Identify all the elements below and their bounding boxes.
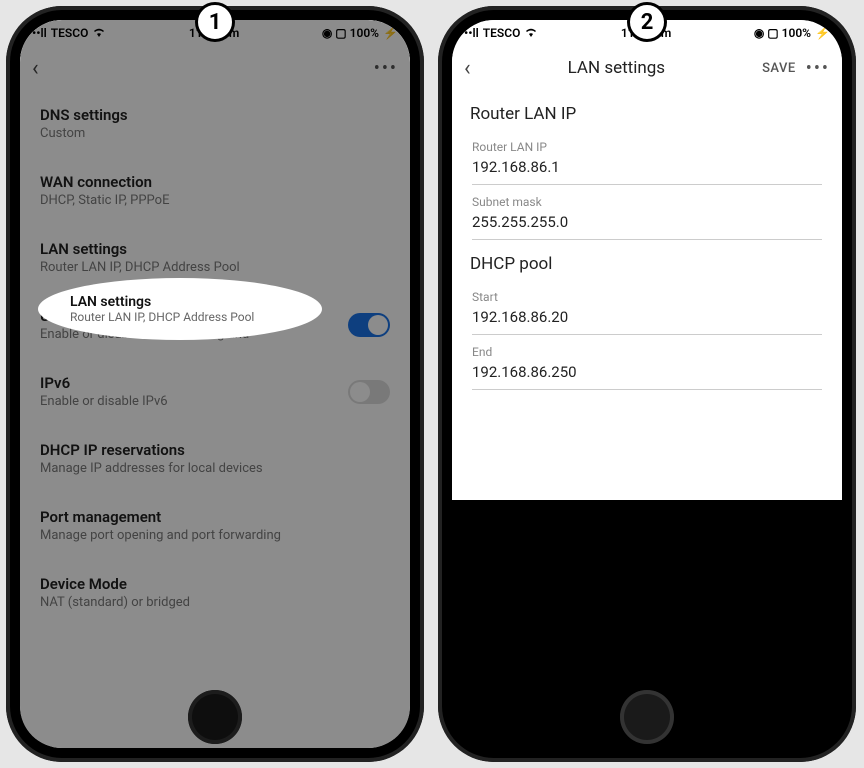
field-label: End <box>472 345 822 359</box>
item-title: DNS settings <box>40 106 390 124</box>
home-button[interactable] <box>620 690 674 744</box>
carrier-label: TESCO <box>483 26 521 40</box>
item-title: WAN connection <box>40 173 390 191</box>
item-title: DHCP IP reservations <box>40 441 390 459</box>
field-value[interactable]: 192.168.86.20 <box>472 304 822 335</box>
field-label: Subnet mask <box>472 195 822 209</box>
more-button[interactable]: ••• <box>806 58 830 79</box>
battery-icon: ⚡ <box>383 26 398 40</box>
item-subtitle: DHCP, Static IP, PPPoE <box>40 193 390 208</box>
upnp-toggle[interactable] <box>348 313 390 337</box>
phone-frame-1: ••ll TESCO 11:42 am ◉ ▢ 100% ⚡ ‹ ••• <box>6 6 424 762</box>
settings-item-device-mode[interactable]: Device Mode NAT (standard) or bridged <box>20 559 410 626</box>
field-label: Router LAN IP <box>472 140 822 154</box>
item-subtitle: Enable or disable IPv6 <box>40 394 348 409</box>
item-title: LAN settings <box>70 294 290 310</box>
settings-item-dhcp-reservations[interactable]: DHCP IP reservations Manage IP addresses… <box>20 425 410 492</box>
item-title: IPv6 <box>40 374 348 392</box>
item-subtitle: Custom <box>40 126 390 141</box>
section-dhcp-pool: DHCP pool <box>452 240 842 280</box>
settings-item-ipv6[interactable]: IPv6 Enable or disable IPv6 <box>20 358 410 425</box>
more-button[interactable]: ••• <box>374 58 398 79</box>
status-icons: ◉ ▢ 100% <box>322 26 379 40</box>
field-value[interactable]: 192.168.86.250 <box>472 359 822 390</box>
settings-list: DNS settings Custom WAN connection DHCP,… <box>20 90 410 626</box>
status-icons: ◉ ▢ 100% <box>754 26 811 40</box>
phone-screen-2: ••ll TESCO 11:42 am ◉ ▢ 100% ⚡ ‹ LAN set… <box>452 20 842 748</box>
item-subtitle: Manage port opening and port forwarding <box>40 528 390 543</box>
save-button[interactable]: SAVE <box>762 61 796 76</box>
field-label: Start <box>472 290 822 304</box>
carrier-label: TESCO <box>51 26 89 40</box>
item-subtitle: Router LAN IP, DHCP Address Pool <box>70 310 290 324</box>
field-router-lan-ip[interactable]: Router LAN IP 192.168.86.1 <box>452 130 842 185</box>
field-subnet-mask[interactable]: Subnet mask 255.255.255.0 <box>452 185 842 240</box>
back-button[interactable]: ‹ <box>32 56 39 81</box>
battery-icon: ⚡ <box>815 26 830 40</box>
settings-item-wan[interactable]: WAN connection DHCP, Static IP, PPPoE <box>20 157 410 224</box>
item-subtitle: Manage IP addresses for local devices <box>40 461 390 476</box>
field-dhcp-start[interactable]: Start 192.168.86.20 <box>452 280 842 335</box>
field-value[interactable]: 192.168.86.1 <box>472 154 822 185</box>
item-title: Device Mode <box>40 575 390 593</box>
signal-icon: ••ll <box>464 26 479 40</box>
lan-settings-form: Router LAN IP Router LAN IP 192.168.86.1… <box>452 90 842 500</box>
step-badge-2: 2 <box>627 2 667 42</box>
nav-bar: ‹ ••• <box>20 46 410 90</box>
settings-item-dns[interactable]: DNS settings Custom <box>20 90 410 157</box>
section-router-lan-ip: Router LAN IP <box>452 90 842 130</box>
signal-icon: ••ll <box>32 26 47 40</box>
nav-bar: ‹ LAN settings SAVE ••• <box>452 46 842 90</box>
home-button[interactable] <box>188 690 242 744</box>
wifi-icon <box>92 26 106 40</box>
page-title: LAN settings <box>471 58 762 78</box>
field-dhcp-end[interactable]: End 192.168.86.250 <box>452 335 842 390</box>
ipv6-toggle[interactable] <box>348 380 390 404</box>
wifi-icon <box>524 26 538 40</box>
settings-item-port-management[interactable]: Port management Manage port opening and … <box>20 492 410 559</box>
step-badge-1: 1 <box>195 2 235 42</box>
phone-frame-2: ••ll TESCO 11:42 am ◉ ▢ 100% ⚡ ‹ LAN set… <box>438 6 856 762</box>
back-button[interactable]: ‹ <box>464 56 471 81</box>
field-value[interactable]: 255.255.255.0 <box>472 209 822 240</box>
phone-screen-1: ••ll TESCO 11:42 am ◉ ▢ 100% ⚡ ‹ ••• <box>20 20 410 748</box>
item-title: Port management <box>40 508 390 526</box>
item-subtitle: Router LAN IP, DHCP Address Pool <box>40 260 390 275</box>
lan-settings-highlight[interactable]: LAN settings Router LAN IP, DHCP Address… <box>38 278 322 340</box>
item-title: LAN settings <box>40 240 390 258</box>
item-subtitle: NAT (standard) or bridged <box>40 595 390 610</box>
